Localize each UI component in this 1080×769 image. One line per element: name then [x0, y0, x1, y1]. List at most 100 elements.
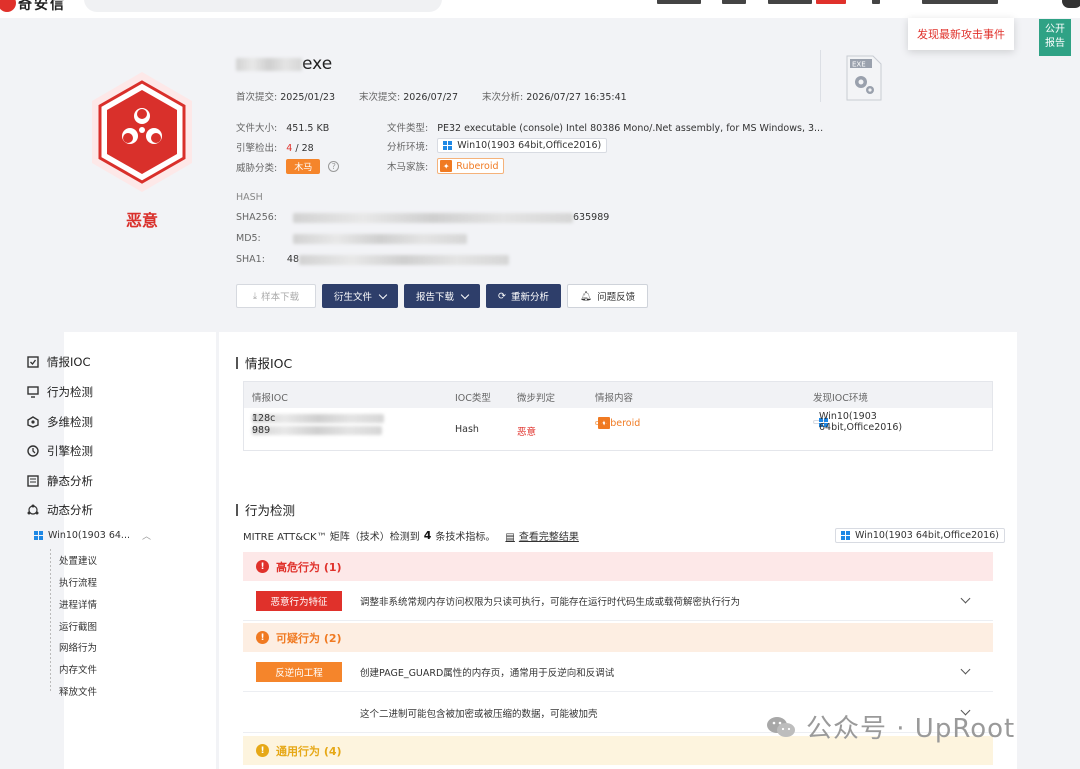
col-env: 发现IOC环境: [813, 393, 868, 404]
sidebar-item-behavior[interactable]: 行为检测: [26, 384, 93, 400]
ioc-table: 情报IOC IOC类型 微步判定 情报内容 发现IOC环境 8c128c 849…: [243, 381, 993, 451]
sidebar-item-label: 动态分析: [47, 503, 93, 517]
threat-tag[interactable]: 木马: [286, 159, 321, 174]
report-download-label: 报告下载: [416, 292, 455, 303]
behavior-row[interactable]: 恶意行为特征 调整非系统常规内存访问权限为只读可执行，可能存在运行时代码生成或载…: [243, 581, 993, 621]
avatar[interactable]: [1062, 0, 1080, 8]
sidebar-item-label: 情报IOC: [47, 355, 91, 369]
sidebar-item-static[interactable]: 静态分析: [26, 473, 93, 489]
file-extension: exe: [302, 54, 333, 74]
ioc-type: Hash: [455, 424, 479, 435]
env-tag[interactable]: Win10(1903 64bit,Office2016): [437, 138, 608, 153]
help-icon[interactable]: ?: [328, 161, 340, 172]
group-suspicious[interactable]: ! 可疑行为 (2): [243, 623, 993, 652]
behavior-tag: 反逆向工程: [256, 661, 342, 682]
family-label: 木马家族:: [387, 162, 429, 173]
tree-item-memory[interactable]: 内存文件: [59, 662, 97, 676]
derived-files-label: 衍生文件: [334, 292, 373, 303]
sidebar-item-multi[interactable]: 多维检测: [26, 414, 93, 430]
section-bar: [236, 503, 238, 516]
tree-item-network[interactable]: 网络行为: [59, 640, 97, 654]
sidebar-item-ioc[interactable]: 情报IOC: [26, 354, 90, 370]
nav-item[interactable]: [768, 0, 812, 4]
behavior-text: 调整非系统常规内存访问权限为只读可执行，可能存在运行时代码生成或载荷解密执行行为: [360, 596, 741, 608]
first-submit: 首次提交: 2025/01/23: [236, 89, 335, 103]
derived-files-button[interactable]: 衍生文件: [322, 284, 399, 308]
hash-heading: HASH: [236, 192, 263, 203]
sha1-prefix[interactable]: 48: [287, 254, 299, 265]
chevron-up-icon: ︿: [141, 532, 151, 542]
tree-item-flow[interactable]: 执行流程: [59, 575, 97, 589]
threat-label: 威胁分类:: [236, 162, 278, 174]
report-download-button[interactable]: 报告下载: [404, 284, 481, 308]
bell-icon: 🔔︎: [580, 290, 593, 302]
ioc-title-text: 情报IOC: [245, 356, 293, 371]
chevron-down-icon[interactable]: [960, 593, 971, 604]
md5-row: MD5:: [236, 233, 467, 244]
family-tag[interactable]: ✦ Ruberoid: [437, 158, 504, 174]
col-content: 情报内容: [595, 393, 634, 404]
sha256-row: SHA256: 635989: [236, 212, 609, 223]
sidebar-item-engine[interactable]: 引擎检测: [26, 443, 93, 459]
publish-line1: 公开: [1045, 24, 1065, 35]
nav-item[interactable]: [872, 0, 880, 4]
publish-line2: 报告: [1045, 38, 1065, 49]
sidebar-item-label: 行为检测: [47, 385, 93, 399]
feedback-label: 问题反馈: [597, 292, 636, 303]
group-general-label: 通用行为 (4): [276, 744, 342, 758]
threat-class: 威胁分类: 木马?: [236, 159, 340, 174]
sample-download-button[interactable]: ⤓ 样本下载: [236, 284, 316, 308]
publish-report-button[interactable]: 公开 报告: [1039, 19, 1071, 56]
sha1-row: SHA1: 48: [236, 254, 510, 265]
search-input[interactable]: [84, 0, 442, 12]
ioc-table-header: 情报IOC IOC类型 微步判定 情报内容 发现IOC环境: [244, 382, 992, 408]
tree-item-screenshot[interactable]: 运行截图: [59, 619, 97, 633]
ioc-icon: [26, 355, 40, 369]
mitre-count: 4: [423, 529, 432, 542]
static-icon: [26, 474, 40, 488]
monitor-icon: [26, 385, 40, 399]
windows-icon: [841, 531, 850, 540]
nav-item[interactable]: [657, 0, 701, 4]
behavior-row[interactable]: 反逆向工程 创建PAGE_GUARD属性的内存页，通常用于反逆向和反调试: [243, 652, 993, 692]
windows-icon: [34, 531, 43, 540]
logo-icon[interactable]: [0, 0, 16, 12]
file-name: exe: [236, 54, 332, 74]
document-icon: ▤: [505, 532, 515, 543]
sample-download-label: 样本下载: [261, 292, 300, 303]
tree-item-process[interactable]: 进程详情: [59, 597, 97, 611]
group-high-risk[interactable]: ! 高危行为 (1): [243, 552, 993, 581]
analysis-env-label: 分析环境:: [387, 141, 429, 153]
table-row[interactable]: 8c128c 84989 Hash 恶意 ✦Ruberoid Win10(190…: [244, 408, 992, 452]
notification-popup[interactable]: 发现最新攻击事件: [908, 18, 1014, 50]
chevron-down-icon[interactable]: [960, 664, 971, 675]
group-high-label: 高危行为 (1): [276, 560, 342, 574]
sidebar-item-dynamic[interactable]: 动态分析: [26, 502, 93, 518]
family-tag-text: Ruberoid: [456, 160, 499, 172]
nav-item[interactable]: [722, 0, 746, 4]
behavior-env-tag[interactable]: Win10(1903 64bit,Office2016): [835, 528, 1005, 543]
file-size-value: 451.5 KB: [286, 123, 330, 134]
md5-redacted[interactable]: [292, 233, 467, 244]
mitre-suffix: 条技术指标。: [435, 532, 496, 543]
ioc-content-tag[interactable]: ✦ Ruberoid: [595, 417, 640, 429]
ioc-section-title: 情报IOC: [236, 353, 292, 372]
feedback-button[interactable]: 🔔︎ 问题反馈: [567, 284, 649, 308]
tree-item-release[interactable]: 释放文件: [59, 684, 97, 698]
reanalyze-button[interactable]: ⟳ 重新分析: [486, 284, 562, 308]
view-full-results-link[interactable]: ▤ 查看完整结果: [505, 528, 578, 543]
mitre-summary: MITRE ATT&CK™ 矩阵（技术）检测到 4 条技术指标。 ▤ 查看完整结果: [243, 528, 579, 543]
last-analysis: 末次分析: 2026/07/27 16:35:41: [482, 89, 627, 103]
alert-icon: !: [256, 631, 269, 644]
tree-item-advice[interactable]: 处置建议: [59, 553, 97, 567]
file-type-label: 文件类型:: [387, 123, 429, 134]
ioc-hash-suffix: 989: [252, 424, 271, 436]
sidebar-env-item[interactable]: Win10(1903 64... ︿: [34, 529, 151, 542]
chevron-down-icon: [460, 290, 470, 299]
logo-text[interactable]: 奇安信: [18, 0, 66, 14]
nav-item[interactable]: [922, 0, 998, 4]
sidebar-item-label: 多维检测: [47, 415, 93, 429]
sha256-suffix[interactable]: 635989: [573, 212, 609, 223]
col-ioc: 情报IOC: [252, 393, 288, 404]
ioc-env-tag[interactable]: Win10(1903 64bit,Office2016): [813, 411, 902, 433]
